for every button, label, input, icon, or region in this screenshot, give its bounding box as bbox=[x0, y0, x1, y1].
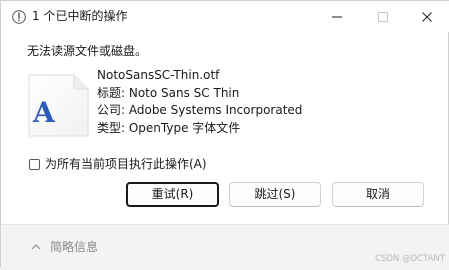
file-name: NotoSansSC-Thin.otf bbox=[97, 68, 220, 82]
maximize-button[interactable] bbox=[360, 1, 406, 32]
skip-button[interactable]: 跳过(S) bbox=[229, 182, 321, 207]
file-title: 标题: Noto Sans SC Thin bbox=[97, 85, 240, 100]
file-details: NotoSansSC-Thin.otf 标题: Noto Sans SC Thi… bbox=[97, 67, 302, 137]
details-label[interactable]: 简略信息 bbox=[50, 238, 98, 255]
file-company: 公司: Adobe Systems Incorporated bbox=[97, 103, 303, 118]
apply-to-all-checkbox[interactable] bbox=[29, 158, 40, 170]
maximize-icon bbox=[378, 11, 388, 22]
font-file-icon: A bbox=[28, 74, 89, 137]
window-title: 1 个已中断的操作 bbox=[32, 9, 128, 23]
error-dialog-window: 1 个已中断的操作 无法读源文件或磁盘。 A NotoSansSC-Thin.o… bbox=[0, 0, 449, 270]
apply-to-all-label[interactable]: 为所有当前项目执行此操作(A) bbox=[45, 156, 207, 172]
minimize-button[interactable] bbox=[314, 1, 360, 32]
error-message: 无法读源文件或磁盘。 bbox=[27, 44, 148, 58]
minimize-icon bbox=[332, 16, 342, 17]
chevron-up-icon bbox=[31, 243, 41, 249]
apply-to-all-option[interactable]: 为所有当前项目执行此操作(A) bbox=[29, 156, 207, 172]
file-type: 类型: OpenType 字体文件 bbox=[97, 120, 241, 135]
font-glyph-letter: A bbox=[32, 96, 56, 129]
dialog-footer: 简略信息 CSDN @DCTANT bbox=[1, 224, 449, 270]
close-icon bbox=[422, 11, 432, 22]
watermark: CSDN @DCTANT bbox=[375, 254, 445, 264]
close-button[interactable] bbox=[404, 1, 449, 32]
title-bar[interactable]: 1 个已中断的操作 bbox=[1, 1, 449, 32]
cancel-button[interactable]: 取消 bbox=[332, 182, 424, 207]
details-toggle[interactable]: 简略信息 bbox=[31, 237, 98, 255]
warning-icon bbox=[12, 10, 26, 24]
retry-button[interactable]: 重试(R) bbox=[126, 182, 219, 207]
